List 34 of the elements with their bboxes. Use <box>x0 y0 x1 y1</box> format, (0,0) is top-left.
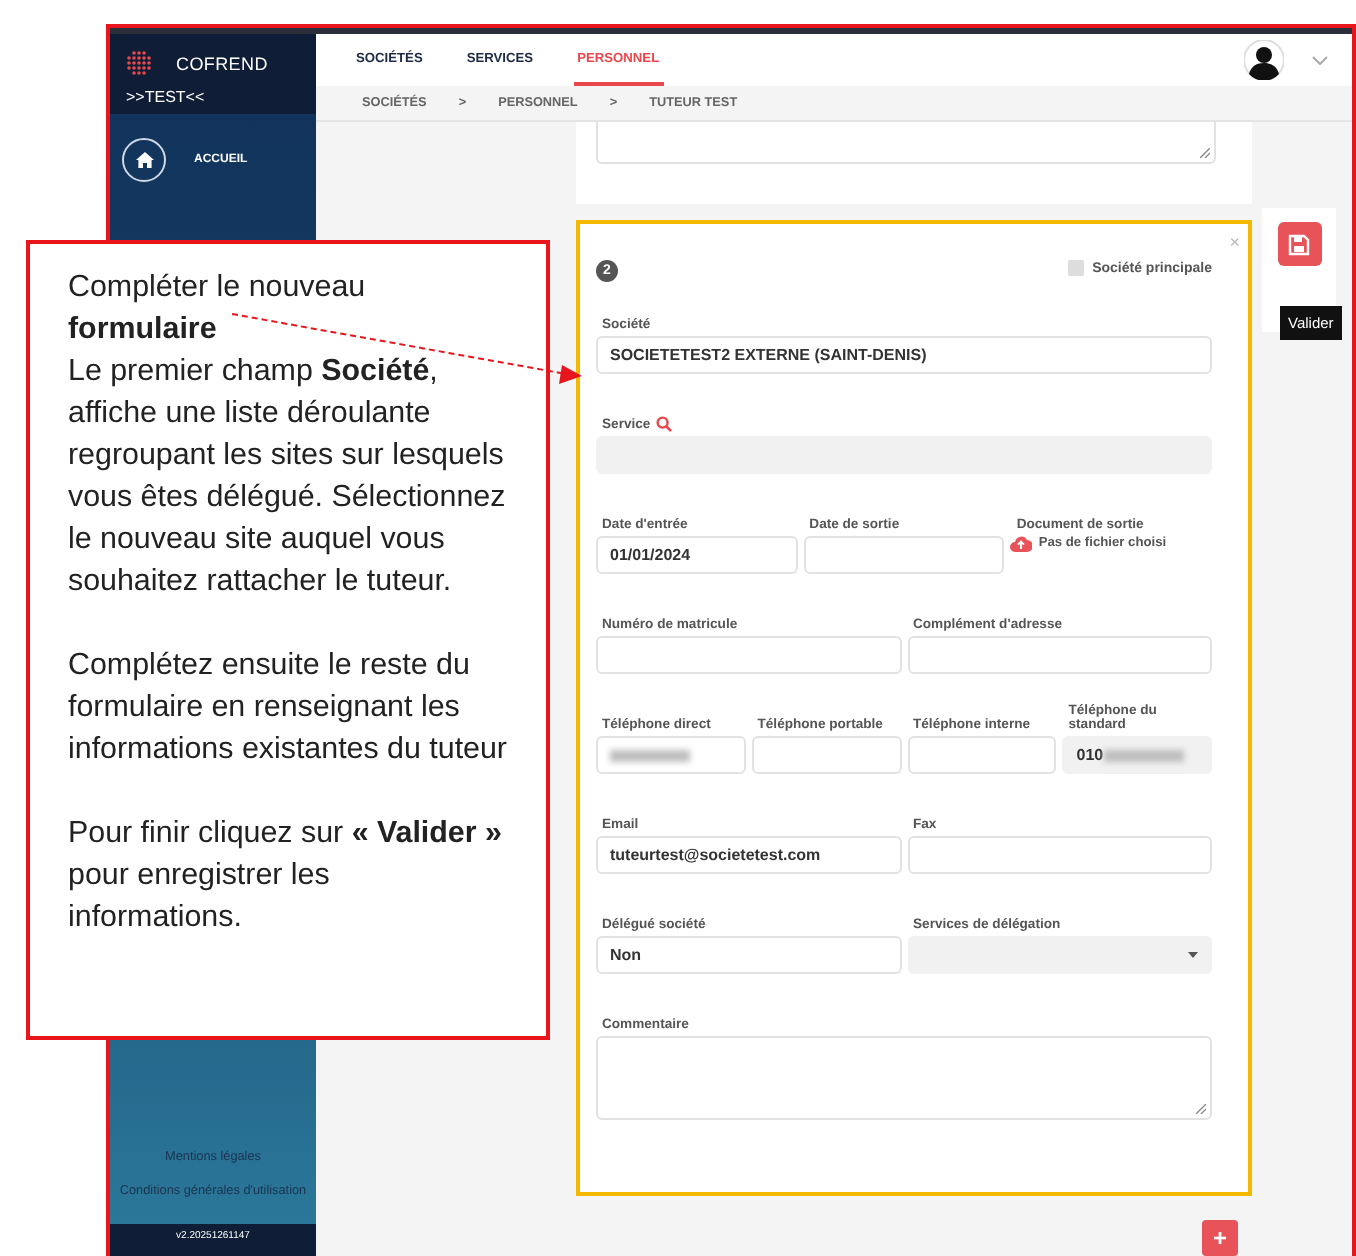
add-button[interactable]: + <box>1202 1220 1238 1256</box>
save-icon <box>1288 233 1310 255</box>
input-field[interactable]: SOCIETETEST2 EXTERNE (SAINT-DENIS) <box>596 336 1212 374</box>
save-button[interactable] <box>1277 222 1321 266</box>
home-icon <box>135 152 153 168</box>
resize-grip-icon <box>1200 148 1210 158</box>
input-field[interactable]: 01/01/2024 <box>596 536 798 574</box>
input-field[interactable] <box>803 536 1005 574</box>
resize-grip-icon <box>1196 1104 1206 1114</box>
cloud-upload-icon[interactable] <box>1010 534 1033 552</box>
avatar-icon[interactable] <box>1244 40 1284 81</box>
caret-icon <box>1188 952 1198 958</box>
input-field[interactable] <box>907 636 1212 674</box>
callout-text: Complétez ensuite le reste du formulaire en renseignant les informations existantes du tuteur <box>68 646 508 770</box>
callout-text: Compléter le nouveau formulaire <box>68 268 368 350</box>
input-field[interactable]: tuteurtest@societetest.com <box>596 836 901 874</box>
input-field[interactable] <box>751 736 901 774</box>
callout-text: Le premier champ Société, affiche une liste déroulante regroupant les sites sur lesquels vous êtes délégué. Sélectionnez le nouveau site auquel vous souhaitez rattacher le tuteur. <box>68 352 508 602</box>
input-field[interactable] <box>596 736 746 774</box>
chevron-down-icon[interactable] <box>1312 55 1328 66</box>
checkbox[interactable] <box>1068 260 1085 276</box>
environment-label: >>TEST<< <box>126 88 205 106</box>
input-field[interactable] <box>907 736 1057 774</box>
text-area[interactable] <box>596 122 1216 164</box>
input-field[interactable] <box>907 836 1212 874</box>
search-icon[interactable] <box>656 416 673 432</box>
callout-text: Pour finir cliquez sur « Valider » pour enregistrer les informations. <box>68 814 504 938</box>
redacted-value <box>1103 749 1184 761</box>
input-field[interactable] <box>596 636 901 674</box>
logo-icon <box>126 50 152 76</box>
comment-field[interactable] <box>596 1036 1212 1120</box>
input-field[interactable]: Non <box>596 936 901 974</box>
brand-name: COFREND <box>176 53 268 73</box>
redacted-value <box>610 749 690 761</box>
